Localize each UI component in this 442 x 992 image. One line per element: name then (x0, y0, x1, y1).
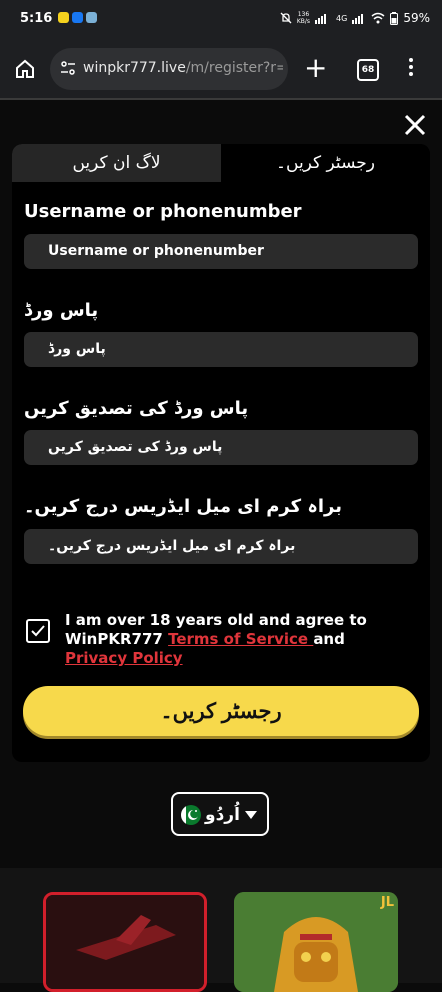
battery-icon (390, 11, 399, 25)
register-button[interactable]: رجسٹر کریں۔ (23, 686, 419, 736)
plane-game-thumbnail-icon (46, 895, 204, 989)
network-type: 4G (336, 13, 348, 23)
password-label: پاس ورڈ (24, 300, 99, 321)
game-card-jili[interactable]: JL (234, 892, 398, 992)
terms-text: I am over 18 years old and agree to WinP… (65, 611, 367, 667)
privacy-policy-link[interactable]: Privacy Policy (65, 649, 183, 667)
age-agreement-checkbox[interactable] (26, 619, 50, 643)
register-modal: لاگ ان کریں رجسٹر کریں۔ Username or phon… (12, 144, 430, 762)
url-host: winpkr777.live (83, 60, 186, 76)
confirm-password-placeholder: پاس ورڈ کی تصدیق کریں (48, 439, 223, 455)
email-input[interactable]: براہ کرم ای میل ایڈریس درج کریں۔ (24, 529, 418, 564)
password-input[interactable]: پاس ورڈ (24, 332, 418, 367)
tab-login[interactable]: لاگ ان کریں (12, 144, 221, 182)
terms-of-service-link[interactable]: Terms of Service (168, 630, 313, 648)
signal-icon (315, 14, 327, 24)
language-label: اُردُو (205, 805, 240, 825)
chevron-down-icon (245, 811, 257, 819)
mute-icon (280, 12, 292, 24)
status-right: 136 KB/s 4G 59% (280, 11, 430, 25)
provider-badge: JL (380, 895, 394, 910)
home-icon[interactable] (14, 58, 36, 80)
username-input[interactable]: Username or phonenumber (24, 234, 418, 269)
wifi-icon (371, 12, 385, 24)
golden-idol-thumbnail-icon (234, 892, 398, 992)
toolbar-divider (0, 98, 442, 100)
confirm-password-input[interactable]: پاس ورڈ کی تصدیق کریں (24, 430, 418, 465)
close-icon[interactable] (403, 113, 427, 137)
browser-toolbar: winpkr777.live/m/register?r=ptk + 68 (0, 40, 442, 98)
status-bar: 5:16 136 KB/s 4G 59% (0, 0, 442, 40)
snapchat-icon (58, 12, 69, 23)
username-placeholder: Username or phonenumber (48, 243, 264, 259)
username-label: Username or phonenumber (24, 201, 302, 222)
battery-level: 59% (403, 11, 430, 25)
network-speed: 136 KB/s (296, 11, 311, 25)
game-card-aviator[interactable] (43, 892, 207, 992)
auth-tabs: لاگ ان کریں رجسٹر کریں۔ (12, 144, 430, 182)
url-path: /m/register?r=ptk (185, 60, 283, 76)
notification-icons (58, 12, 97, 23)
tab-switcher-button[interactable]: 68 (357, 59, 379, 81)
status-time: 5:16 (20, 11, 53, 26)
address-bar[interactable]: winpkr777.live/m/register?r=ptk (50, 48, 288, 90)
facebook-icon (72, 12, 83, 23)
new-tab-icon[interactable]: + (304, 54, 327, 82)
password-placeholder: پاس ورڈ (48, 341, 106, 357)
signal-icon-2 (352, 14, 364, 24)
confirm-password-label: پاس ورڈ کی تصدیق کریں (24, 398, 249, 419)
url-text[interactable]: winpkr777.live/m/register?r=ptk (83, 60, 283, 76)
gallery-icon (86, 12, 97, 23)
checkmark-icon (31, 625, 45, 637)
email-placeholder: براہ کرم ای میل ایڈریس درج کریں۔ (48, 538, 296, 554)
tab-register[interactable]: رجسٹر کریں۔ (221, 144, 430, 182)
email-label: براہ کرم ای میل ایڈریس درج کریں۔ (24, 496, 342, 517)
pakistan-flag-icon (181, 805, 201, 825)
language-select[interactable]: اُردُو (171, 792, 269, 836)
browser-menu-icon[interactable] (408, 58, 414, 79)
site-settings-icon[interactable] (60, 60, 76, 76)
